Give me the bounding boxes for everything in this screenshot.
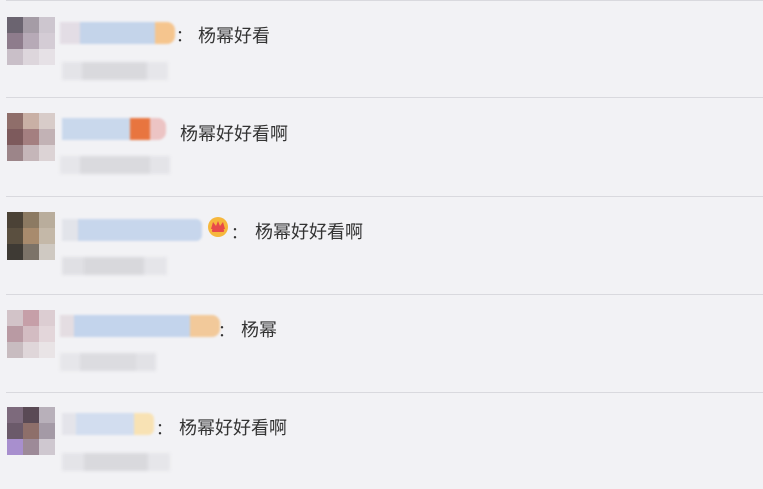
username-blurred[interactable] xyxy=(60,22,175,44)
comment-meta-blurred xyxy=(62,62,168,80)
username-blurred[interactable] xyxy=(62,219,202,241)
comment-item: 杨幂好好看啊 xyxy=(0,98,763,194)
username-blurred[interactable] xyxy=(62,413,154,435)
comment-item: ： 杨幂好好看啊 xyxy=(0,393,763,489)
comment-item: ： 杨幂好看 xyxy=(0,2,763,98)
avatar[interactable] xyxy=(7,310,55,358)
comment-item: ： 杨幂 xyxy=(0,295,763,391)
colon-separator: ： xyxy=(231,223,248,242)
comment-item: ： 杨幂好好看啊 xyxy=(0,197,763,293)
comment-meta-blurred xyxy=(60,353,156,371)
comment-text: 杨幂好好看啊 xyxy=(179,418,287,439)
comment-text: 杨幂好好看啊 xyxy=(180,124,288,145)
avatar[interactable] xyxy=(7,113,55,161)
avatar[interactable] xyxy=(7,17,55,65)
avatar[interactable] xyxy=(7,407,55,455)
crown-icon xyxy=(208,217,228,237)
colon-separator: ： xyxy=(218,321,235,340)
divider xyxy=(6,0,763,1)
colon-separator: ： xyxy=(176,26,193,45)
avatar[interactable] xyxy=(7,212,55,260)
comment-meta-blurred xyxy=(62,453,170,471)
colon-separator: ： xyxy=(156,419,173,438)
comment-text: 杨幂好看 xyxy=(198,26,270,47)
username-blurred[interactable] xyxy=(62,118,166,140)
comment-meta-blurred xyxy=(60,156,170,174)
comment-meta-blurred xyxy=(62,257,167,275)
comment-text: 杨幂 xyxy=(241,320,277,341)
comment-text: 杨幂好好看啊 xyxy=(255,222,363,243)
comment-list: ： 杨幂好看 杨幂好好看啊 ： 杨幂好好看啊 ： 杨幂 ： 杨幂好好看啊 xyxy=(0,0,763,489)
username-blurred[interactable] xyxy=(60,315,220,337)
